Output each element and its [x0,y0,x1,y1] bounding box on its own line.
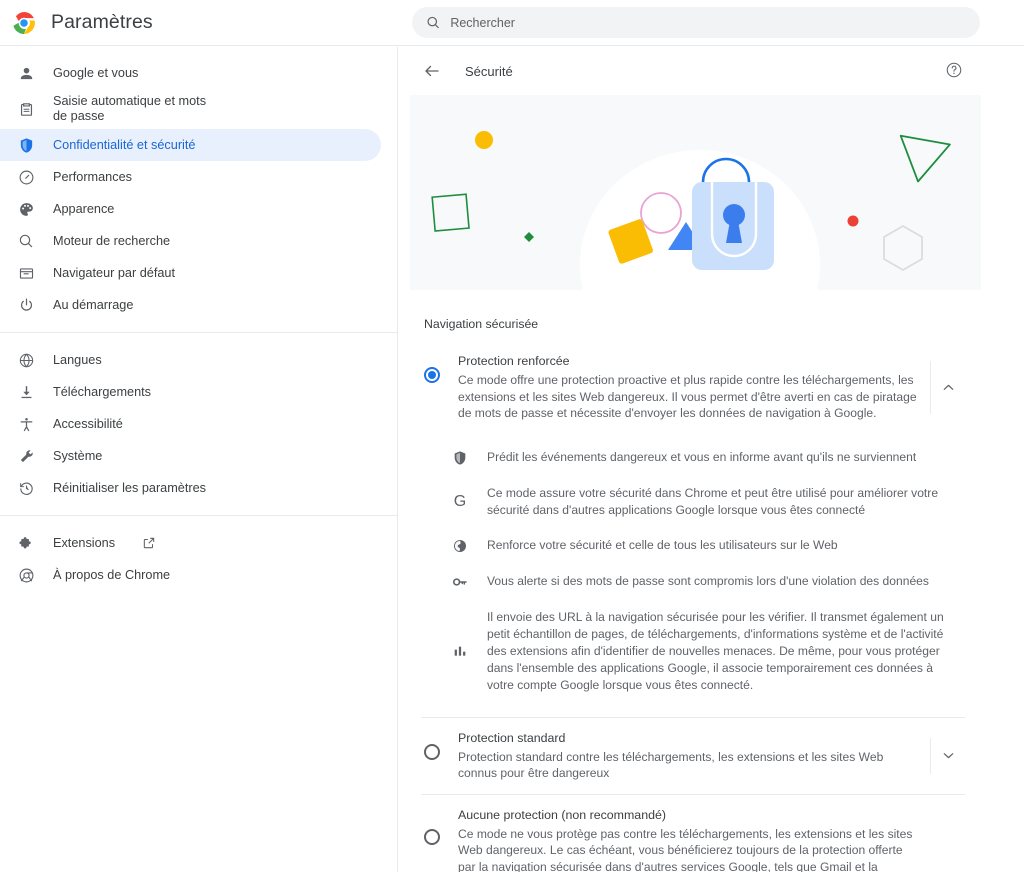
globe-icon [451,537,469,555]
person-icon [16,63,36,83]
option-title: Protection renforcée [458,354,570,368]
option-text-none: Aucune protection (non recommandé) Ce mo… [458,807,930,872]
sidebar-item-confidentialite-et-securite[interactable]: Confidentialité et sécurité [0,129,381,161]
app-brand: Paramètres [0,11,398,35]
sidebar-item-performances[interactable]: Performances [0,161,381,193]
padlock-illustration-icon [431,131,951,290]
detail-text: Vous alerte si des mots de passe sont co… [487,574,929,588]
wrench-icon [16,446,36,466]
sidebar-item-langues[interactable]: Langues [0,344,381,376]
sidebar-item-accessibilite[interactable]: Accessibilité [0,408,381,440]
accessibility-icon [16,414,36,434]
radio-enhanced-protection[interactable] [424,367,440,383]
shield-icon [451,449,469,467]
bar-chart-icon [451,642,469,660]
sidebar-item-label: Extensions [53,535,116,550]
option-row-standard-protection[interactable]: Protection standard Protection standard … [410,718,981,794]
external-link-icon [142,536,156,550]
option-row-enhanced-protection[interactable]: Protection renforcée Ce mode offre une p… [410,341,981,434]
speedometer-icon [16,167,36,187]
sidebar-item-au-demarrage[interactable]: Au démarrage [0,289,381,321]
chevron-up-icon[interactable] [931,379,965,396]
yellow-dot-shape [475,131,493,149]
sidebar-item-telechargements[interactable]: Téléchargements [0,376,381,408]
chrome-logo-icon [13,11,35,34]
sidebar-item-extensions[interactable]: Extensions [0,527,381,559]
sidebar-item-label: Confidentialité et sécurité [53,137,196,152]
detail-text: Prédit les événements dangereux et vous … [487,450,917,464]
search-icon [427,16,439,29]
sidebar-divider-2 [0,515,398,516]
detail-text: Ce mode assure votre sécurité dans Chrom… [487,485,939,517]
globe-icon [16,350,36,370]
detail-row: Il envoie des URL à la navigation sécuri… [451,600,963,703]
help-circle-icon[interactable] [945,61,965,81]
sidebar-item-label: Accessibilité [53,416,123,431]
sidebar-item-label: Navigateur par défaut [53,265,176,280]
chevron-down-icon[interactable] [931,747,965,764]
security-page-header: Sécurité [410,47,981,95]
shield-icon [16,135,36,155]
sidebar-item-label: Téléchargements [53,384,152,399]
detail-text: Renforce votre sécurité et celle de tous… [487,538,838,552]
security-hero-illustration [410,95,981,290]
settings-content: Sécurité Navigation sécurisée Protection… [399,47,1024,872]
radio-standard-protection[interactable] [424,743,440,760]
sidebar-item-moteur-de-recherche[interactable]: Moteur de recherche [0,225,381,257]
sidebar-item-label: Langues [53,352,102,367]
sidebar-item-label: Réinitialiser les paramètres [53,480,207,495]
sidebar-item-reinitialiser-les-parametres[interactable]: Réinitialiser les paramètres [0,472,381,504]
option-description: Ce mode ne vous protège pas contre les t… [458,826,913,872]
option-row-no-protection[interactable]: Aucune protection (non recommandé) Ce mo… [410,795,981,872]
radio-no-protection[interactable] [424,828,440,845]
sidebar-item-label: Au démarrage [53,297,134,312]
detail-row: G Ce mode assure votre sécurité dans Chr… [451,476,963,528]
security-title: Sécurité [465,63,513,79]
sidebar-item-label: Saisie automatique et mots de passe [53,94,207,123]
search-input[interactable] [450,15,966,30]
security-card: Sécurité Navigation sécurisée Protection… [410,47,981,872]
option-text-standard: Protection standard Protection standard … [458,730,930,782]
settings-sidebar: Google et vous Saisie automatique et mot… [0,47,398,872]
detail-row: Prédit les événements dangereux et vous … [451,440,963,476]
history-restore-icon [16,478,36,498]
download-icon [16,382,36,402]
section-title-safe-browsing: Navigation sécurisée [424,317,539,331]
top-bar: Paramètres [0,0,1024,46]
back-arrow-icon[interactable] [420,59,444,83]
sidebar-item-label: Moteur de recherche [53,233,171,248]
sidebar-item-label: Système [53,448,103,463]
page-title: Paramètres [51,11,153,33]
sidebar-item-label: Performances [53,169,132,184]
option-text-enhanced: Protection renforcée Ce mode offre une p… [458,353,930,422]
detail-row: Renforce votre sécurité et celle de tous… [451,528,963,564]
browser-window-icon [16,263,36,283]
sidebar-item-google-et-vous[interactable]: Google et vous [0,57,381,89]
puzzle-icon [16,533,36,553]
option-description: Protection standard contre les télécharg… [458,749,884,781]
sidebar-item-apparence[interactable]: Apparence [0,193,381,225]
chrome-outline-icon [16,565,36,585]
sidebar-item-systeme[interactable]: Système [0,440,381,472]
sidebar-item-navigateur-par-defaut[interactable]: Navigateur par défaut [0,257,381,289]
sidebar-item-label: Google et vous [53,65,139,80]
detail-text: Il envoie des URL à la navigation sécuri… [487,609,944,692]
option-title: Protection standard [458,730,566,745]
option-description: Ce mode offre une protection proactive e… [458,373,917,420]
power-icon [16,295,36,315]
search-box[interactable] [412,7,980,38]
key-icon [451,573,469,591]
sidebar-item-label: À propos de Chrome [53,567,171,582]
option-title: Aucune protection (non recommandé) [458,807,667,822]
clipboard-icon [16,99,36,119]
sidebar-item-a-propos-de-chrome[interactable]: À propos de Chrome [0,559,381,591]
detail-row: Vous alerte si des mots de passe sont co… [451,564,963,600]
enhanced-protection-details: Prédit les événements dangereux et vous … [410,434,981,717]
sidebar-item-saisie-automatique[interactable]: Saisie automatique et mots de passe [0,89,381,129]
search-icon [16,231,36,251]
google-g-icon: G [453,492,467,510]
sidebar-item-label: Apparence [53,201,115,216]
palette-icon [16,199,36,219]
sidebar-divider-1 [0,332,398,333]
